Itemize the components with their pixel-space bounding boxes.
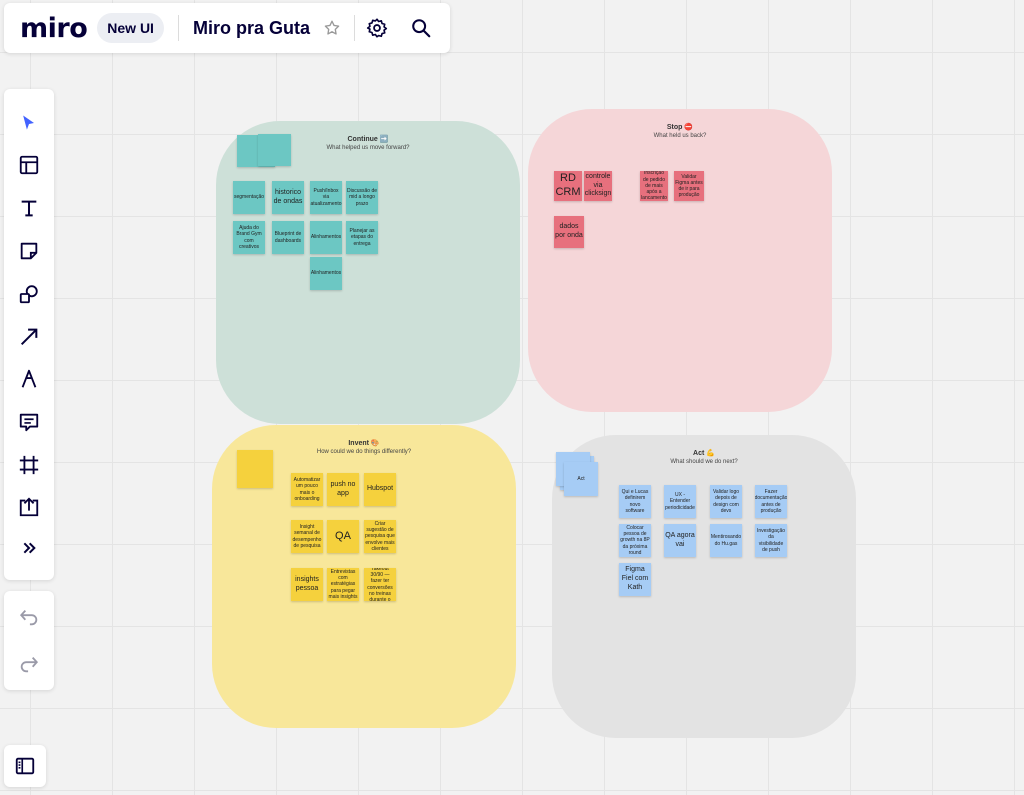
sticky-note[interactable]: Hubspot: [364, 473, 396, 506]
sticky-note[interactable]: push no app: [327, 473, 359, 506]
frame-title: Stop ⛔: [666, 124, 694, 131]
divider: [353, 15, 355, 41]
frame-icon[interactable]: [17, 453, 41, 477]
sticky-note[interactable]: Qui e Lucas definirem novo software: [619, 485, 651, 518]
pen-icon[interactable]: [17, 367, 41, 391]
frame-continue[interactable]: Continue ➡️ What helped us move forward?…: [216, 121, 520, 424]
sticky-note-stack[interactable]: Act: [564, 462, 598, 496]
redo-icon[interactable]: [17, 652, 41, 676]
more-tools-icon[interactable]: [17, 536, 41, 560]
sticky-note[interactable]: Inscrição de pedido de mais após a lanca…: [640, 171, 668, 201]
frame-subtitle: What held us back?: [653, 133, 707, 139]
miro-logo[interactable]: miro: [20, 13, 88, 44]
sticky-note[interactable]: QA: [327, 520, 359, 553]
sticky-note[interactable]: Colocar pessoa de growth na 8P da próxim…: [619, 524, 651, 557]
sticky-note[interactable]: Discussão de mid a longo prazo: [346, 181, 378, 214]
sticky-note[interactable]: Fazer Takeout 30/90 — fazer ter conversõ…: [364, 568, 396, 601]
cursor-icon[interactable]: [17, 111, 41, 135]
text-icon[interactable]: [17, 196, 41, 220]
sticky-note[interactable]: Validar Figma antes de ir para produção: [674, 171, 704, 201]
sticky-note[interactable]: Automatizar um pouco mais o onboarding: [291, 473, 323, 506]
sticky-note[interactable]: Planejar as etapas do entrega: [346, 221, 378, 254]
comment-icon[interactable]: [17, 410, 41, 434]
top-bar: miro New UI Miro pra Guta: [4, 3, 450, 53]
sticky-note[interactable]: Push/Inbox via atualizamento: [310, 181, 342, 214]
sticky-note[interactable]: Fazer documentação antes de produção: [755, 485, 787, 518]
shapes-icon[interactable]: [17, 282, 41, 306]
arrow-icon[interactable]: [17, 325, 41, 349]
sticky-note[interactable]: segmentação: [233, 181, 265, 214]
undo-icon[interactable]: [17, 605, 41, 629]
sticky-note[interactable]: Ajuda do Brand Gym com creativos: [233, 221, 265, 254]
empty-sticky-note[interactable]: [258, 134, 291, 166]
sticky-note-icon[interactable]: [17, 239, 41, 263]
star-icon[interactable]: [320, 16, 344, 40]
sticky-note[interactable]: UX - Entender periodicidade: [664, 485, 696, 518]
sticky-note[interactable]: Alinhamentos: [310, 257, 342, 290]
frame-invent[interactable]: Invent 🎨 How could we do things differen…: [212, 425, 516, 728]
sticky-note[interactable]: Insight semanal de desempenho de pesquis…: [291, 520, 323, 553]
sticky-note[interactable]: insights pessoa: [291, 568, 323, 601]
templates-icon[interactable]: [17, 153, 41, 177]
sticky-note[interactable]: historico de ondas: [272, 181, 304, 214]
sticky-note[interactable]: Criar sugestão de pesquisa que envolve m…: [364, 520, 396, 553]
frame-title: Invent 🎨: [348, 440, 380, 447]
upload-icon[interactable]: [17, 495, 41, 519]
sticky-note[interactable]: Entrevistas com estratégias para pegar m…: [327, 568, 359, 601]
sidebar-panel-icon[interactable]: [13, 754, 37, 778]
sticky-note[interactable]: controle via clicksign: [584, 171, 612, 201]
sticky-note[interactable]: Figma Fiel com Kath: [619, 563, 651, 596]
sticky-note[interactable]: RD CRM: [554, 171, 582, 201]
sticky-note[interactable]: Validar logo depois de design com devs: [710, 485, 742, 518]
tools-toolbar: [4, 89, 54, 580]
frame-act[interactable]: Act 💪 What should we do next? Act Qui e …: [552, 435, 856, 738]
history-toolbar: [4, 591, 54, 690]
sticky-note[interactable]: Alinhamentos: [310, 221, 342, 254]
sticky-note[interactable]: dados por onda: [554, 216, 584, 248]
empty-sticky-note[interactable]: [237, 450, 273, 488]
sticky-note[interactable]: Mentirosando do Hu.gas: [710, 524, 742, 557]
frame-title: Act 💪: [693, 450, 715, 457]
sticky-note[interactable]: QA agora vai: [664, 524, 696, 557]
sidebar-toggle[interactable]: [4, 745, 46, 787]
frame-stop[interactable]: Stop ⛔ What held us back? RD CRM control…: [528, 109, 832, 412]
board-title[interactable]: Miro pra Guta: [193, 18, 310, 39]
search-icon[interactable]: [409, 16, 433, 40]
new-ui-badge[interactable]: New UI: [97, 13, 164, 43]
sticky-note[interactable]: Blueprint de dashboards: [272, 221, 304, 254]
sticky-note[interactable]: Investigação da visibilidade de push: [755, 524, 787, 557]
divider: [177, 15, 179, 41]
settings-icon[interactable]: [365, 16, 389, 40]
